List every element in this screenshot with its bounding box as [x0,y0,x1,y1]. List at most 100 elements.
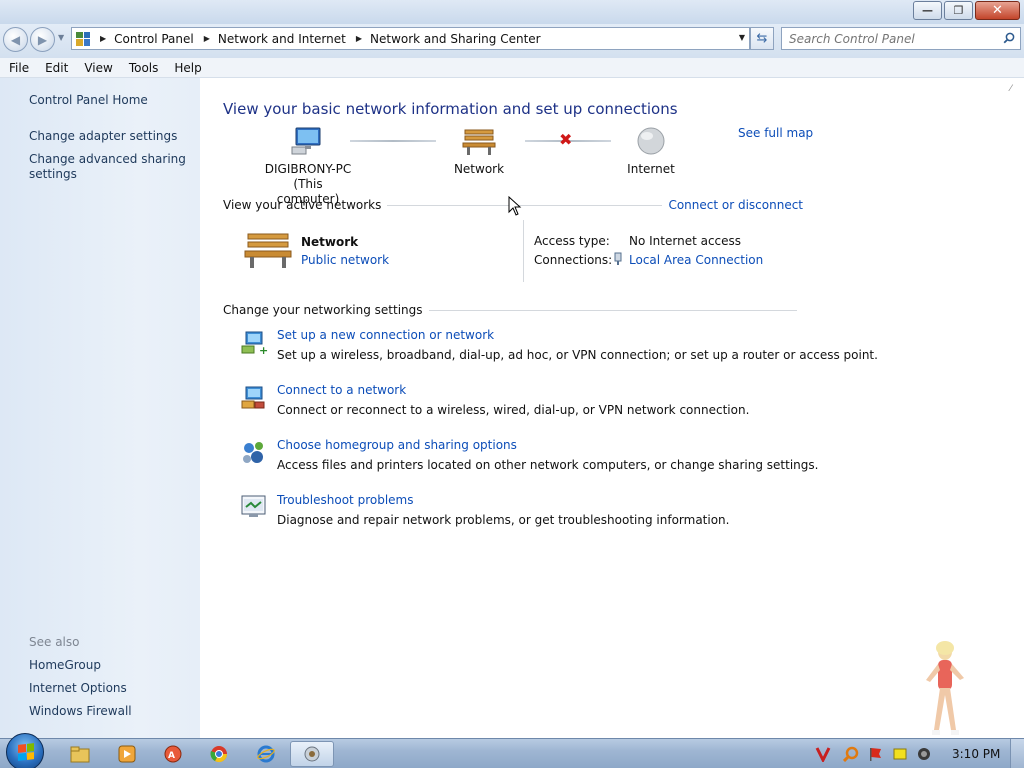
chrome-icon [210,746,228,763]
task-description: Set up a wireless, broadband, dial-up, a… [277,348,878,362]
navigation-bar: ◀ ▶ ▼ ▶ Control Panel ▶ Network and Inte… [0,24,1024,58]
no-connection-x-icon: ✖ [559,130,573,149]
address-dropdown-icon[interactable]: ▼ [739,33,745,42]
recent-pages-dropdown[interactable]: ▼ [58,33,64,42]
back-arrow-icon: ◀ [10,32,21,47]
homegroup-sharing-options-link[interactable]: Choose homegroup and sharing options [277,438,517,452]
sidebar-control-panel-home[interactable]: Control Panel Home [29,93,148,108]
troubleshoot-icon [241,495,266,517]
menu-bar: File Edit View Tools Help [0,58,1024,78]
active-networks-label: View your active networks [223,198,382,212]
close-button[interactable]: ✕ [975,1,1020,20]
computer-name: DIGIBRONY-PC [264,162,352,176]
map-node-internet[interactable]: Internet [619,126,683,177]
taskbar-pdf-reader[interactable]: A [151,741,195,767]
notes-tray-icon[interactable] [892,746,908,762]
show-desktop-button[interactable] [1010,739,1024,768]
menu-view[interactable]: View [77,61,119,75]
menu-help[interactable]: Help [167,61,208,75]
internet-explorer-icon [257,745,275,763]
map-node-network[interactable]: Network [447,126,511,177]
internet-node-label: Internet [627,162,675,176]
volume-tray-icon[interactable] [916,746,932,762]
connect-network-icon [241,386,265,409]
mouse-cursor-icon [508,196,522,216]
minimize-button[interactable]: — [913,1,942,20]
antivirus-tray-icon[interactable] [815,746,831,762]
start-button[interactable] [6,733,44,768]
sidebar-change-advanced-sharing[interactable]: Change advanced sharing settings [29,152,189,182]
search-input[interactable] [789,31,994,46]
menu-tools[interactable]: Tools [122,61,166,75]
network-center-icon [304,746,320,762]
sidebar-internet-options[interactable]: Internet Options [29,681,127,696]
connect-to-network-link[interactable]: Connect to a network [277,383,406,397]
network-bench-icon[interactable] [244,230,292,270]
ethernet-plug-icon [614,252,622,265]
maximize-icon: ❐ [953,4,964,17]
svg-text:A: A [168,751,175,761]
map-connector-line [350,140,436,142]
taskbar-internet-explorer[interactable] [244,741,288,767]
access-type-value: No Internet access [629,234,742,248]
back-button[interactable]: ◀ [3,27,28,52]
task-description: Access files and printers located on oth… [277,458,819,472]
homegroup-icon [243,442,263,463]
connections-label: Connections: [534,253,613,267]
network-node-label: Network [453,162,505,176]
sidebar-change-adapter-settings[interactable]: Change adapter settings [29,129,177,144]
refresh-icon: ⇆ [756,31,768,46]
sidebar-homegroup[interactable]: HomeGroup [29,658,101,673]
address-bar[interactable]: ▶ Control Panel ▶ Network and Internet ▶… [71,27,750,50]
local-area-connection-link[interactable]: Local Area Connection [629,253,763,267]
svg-text:+: + [259,344,268,356]
taskbar-chrome[interactable] [197,741,241,767]
new-connection-icon: + [241,331,268,356]
resize-grip-icon: ⁄ [1010,84,1012,94]
maximize-button[interactable]: ❐ [944,1,973,20]
setup-new-connection-link[interactable]: Set up a new connection or network [277,328,494,342]
windows-logo-icon [18,743,34,761]
main-content: ⁄ View your basic network information an… [200,78,1024,738]
taskbar-clock[interactable]: 3:10 PM [952,747,1000,761]
computer-icon [291,127,321,155]
forward-arrow-icon: ▶ [37,32,48,47]
search-icon[interactable] [1003,32,1015,44]
map-node-computer[interactable]: DIGIBRONY-PC (This computer) [262,126,354,207]
breadcrumb-chevron-icon[interactable]: ▶ [356,34,362,43]
media-player-icon [118,745,136,763]
forward-button[interactable]: ▶ [30,27,55,52]
globe-icon [637,127,665,155]
menu-edit[interactable]: Edit [38,61,75,75]
network-divider [523,220,524,282]
change-settings-label: Change your networking settings [223,303,423,317]
windows-explorer-icon [70,746,90,763]
minimize-icon: — [922,4,933,17]
section-divider [428,309,797,311]
action-center-flag-icon[interactable] [868,746,884,762]
breadcrumb-network-and-sharing-center[interactable]: Network and Sharing Center [370,32,541,46]
connect-or-disconnect-link[interactable]: Connect or disconnect [668,198,803,212]
taskbar: A 3:10 PM [0,733,1024,768]
refresh-button[interactable]: ⇆ [750,27,774,50]
see-full-map-link[interactable]: See full map [738,126,813,140]
bench-icon [462,129,496,155]
control-panel-icon [76,31,90,46]
access-type-label: Access type: [534,234,610,248]
task-description: Connect or reconnect to a wireless, wire… [277,403,750,417]
sidebar-windows-firewall[interactable]: Windows Firewall [29,704,132,719]
troubleshoot-problems-link[interactable]: Troubleshoot problems [277,493,413,507]
network-location-link[interactable]: Public network [301,253,389,267]
task-description: Diagnose and repair network problems, or… [277,513,730,527]
breadcrumb-chevron-icon[interactable]: ▶ [204,34,210,43]
taskbar-explorer[interactable] [58,741,102,767]
taskbar-network-center[interactable] [290,741,334,767]
taskbar-media-player[interactable] [105,741,149,767]
search-box[interactable] [781,27,1021,50]
menu-file[interactable]: File [2,61,36,75]
breadcrumb-control-panel[interactable]: Control Panel [114,32,194,46]
section-divider [387,204,663,206]
search-tray-icon[interactable] [843,746,859,762]
breadcrumb-network-and-internet[interactable]: Network and Internet [218,32,346,46]
breadcrumb-chevron-icon[interactable]: ▶ [100,34,106,43]
